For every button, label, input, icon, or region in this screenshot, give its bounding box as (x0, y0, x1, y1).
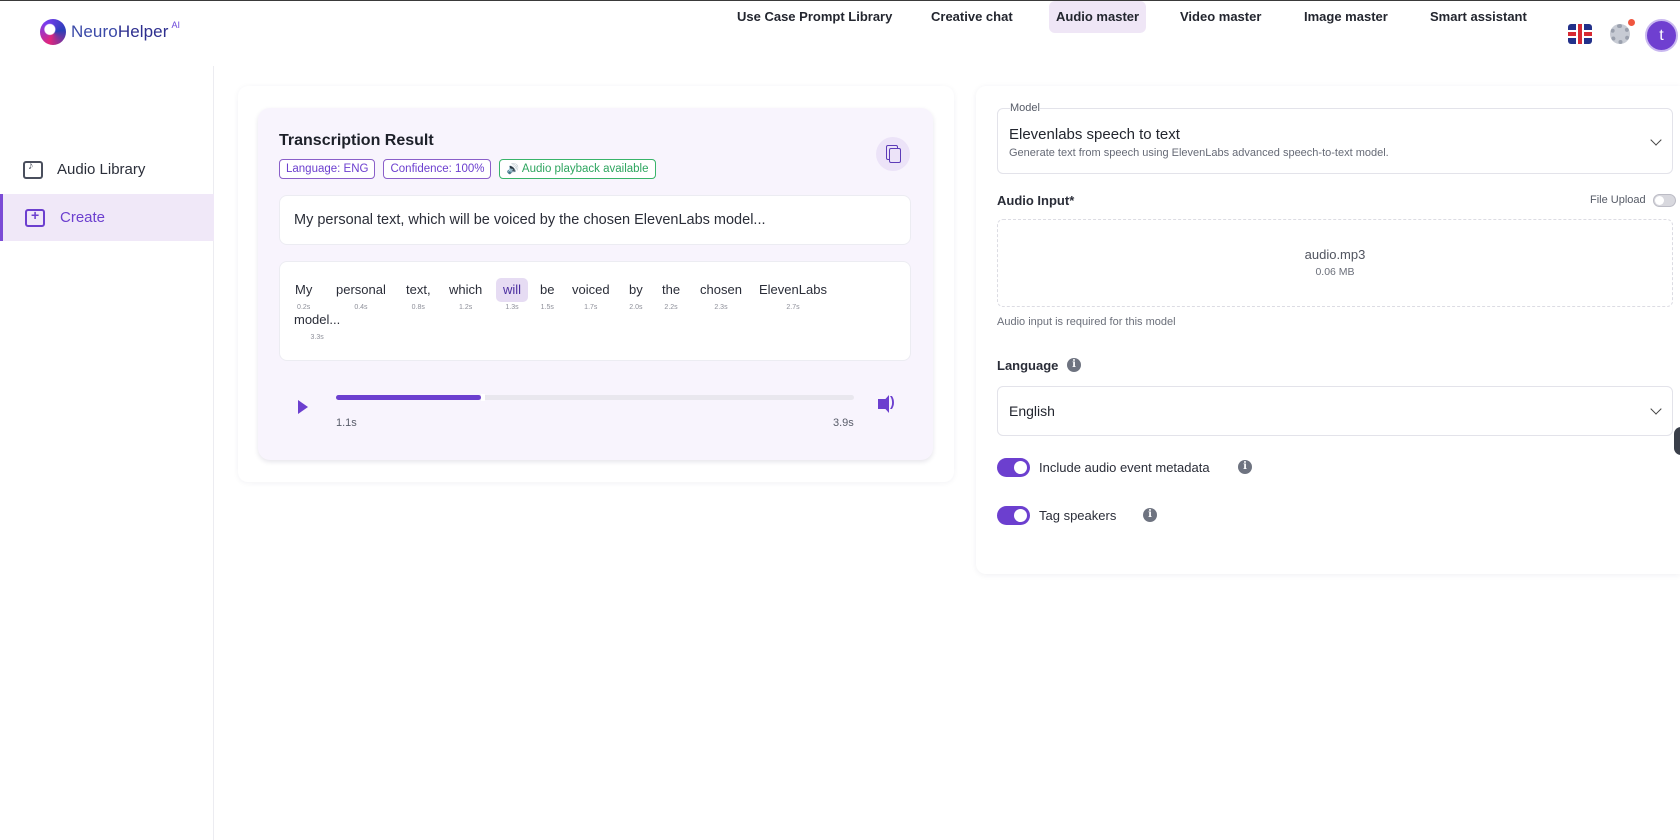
word-token[interactable]: model... 3.3s (294, 308, 340, 341)
audio-library-icon (23, 160, 43, 179)
brand-name: NeuroHelper (71, 22, 169, 41)
volume-icon[interactable] (878, 393, 895, 413)
model-description: Generate text from speech using ElevenLa… (1009, 147, 1389, 159)
sidebar-item-audio-library[interactable]: Audio Library (0, 146, 214, 193)
sidebar-item-create[interactable]: Create (0, 194, 214, 241)
audio-input-helper: Audio input is required for this model (997, 316, 1176, 328)
nav-video-master[interactable]: Video master (1173, 1, 1268, 33)
nav-creative-chat[interactable]: Creative chat (924, 1, 1020, 33)
word-token[interactable]: voiced 1.7s (565, 278, 617, 311)
playback-badge: 🔊 Audio playback available (499, 159, 656, 179)
tag-speakers-label: Tag speakers (1039, 508, 1117, 523)
language-value: English (1009, 403, 1055, 419)
audio-progress-fill (336, 395, 482, 400)
model-legend: Model (1010, 102, 1040, 114)
brand-ai-suffix: AI (171, 20, 181, 30)
language-select[interactable] (997, 386, 1673, 436)
speaker-icon: 🔊 (506, 164, 519, 175)
playback-badge-label: Audio playback available (521, 163, 649, 175)
word-token[interactable]: chosen 2.3s (693, 278, 749, 311)
uk-flag-icon[interactable] (1568, 24, 1592, 44)
language-badge: Language: ENG (279, 159, 376, 179)
word-token[interactable]: text, 0.8s (399, 278, 438, 311)
avatar[interactable]: t (1645, 19, 1678, 52)
word-token[interactable]: the 2.2s (655, 278, 687, 311)
nav-use-case-prompt-library[interactable]: Use Case Prompt Library (730, 1, 899, 33)
model-name: Elevenlabs speech to text (1009, 126, 1180, 143)
audio-event-metadata-toggle[interactable] (997, 458, 1030, 477)
nav-smart-assistant[interactable]: Smart assistant (1423, 1, 1534, 33)
transcription-badges: Language: ENG Confidence: 100% 🔊 Audio pl… (279, 159, 656, 179)
info-icon[interactable]: i (1143, 508, 1157, 522)
transcription-text: My personal text, which will be voiced b… (279, 195, 911, 245)
play-icon[interactable] (298, 400, 308, 414)
tag-speakers-toggle[interactable] (997, 506, 1030, 525)
info-icon[interactable]: i (1067, 358, 1081, 372)
word-token[interactable]: be 1.5s (533, 278, 561, 311)
create-icon (25, 207, 45, 227)
language-label: Language (997, 358, 1059, 373)
audio-progress-handle[interactable] (481, 394, 486, 401)
word-token-active[interactable]: will 1.3s (496, 278, 529, 311)
word-timeline: My 0.2s personal 0.4s text, 0.8s which 1.2s … (279, 261, 911, 361)
audio-progress-track[interactable] (336, 394, 854, 401)
audio-drop-zone[interactable] (997, 219, 1673, 307)
word-token[interactable]: personal 0.4s (329, 278, 393, 311)
brand-logo[interactable]: NeuroHelper AI (40, 19, 180, 45)
top-bar: NeuroHelper AI Use Case Prompt Library C… (0, 0, 1680, 66)
word-token[interactable]: by 2.0s (622, 278, 650, 311)
nav-audio-master[interactable]: Audio master (1049, 1, 1147, 33)
sidebar: Audio Library Create (0, 66, 214, 840)
transcription-title: Transcription Result (279, 132, 434, 149)
copy-button[interactable] (876, 137, 910, 171)
nav-image-master[interactable]: Image master (1297, 1, 1395, 33)
info-icon[interactable]: i (1238, 460, 1252, 474)
sidebar-item-label: Audio Library (57, 161, 146, 178)
audio-file-name: audio.mp3 (1304, 247, 1366, 262)
audio-input-label: Audio Input* (997, 193, 1075, 208)
audio-event-metadata-label: Include audio event metadata (1039, 460, 1210, 475)
word-token[interactable]: My 0.2s (288, 278, 319, 311)
file-upload-toggle[interactable] (1653, 194, 1676, 207)
current-time: 1.1s (336, 417, 357, 429)
scroll-handle[interactable] (1674, 427, 1680, 455)
audio-file-size: 0.06 MB (1315, 266, 1355, 278)
notification-dot (1628, 19, 1635, 26)
file-upload-label: File Upload (1590, 194, 1646, 206)
gear-icon[interactable] (1610, 24, 1630, 44)
brand-logo-icon (40, 19, 66, 45)
word-token[interactable]: ElevenLabs 2.7s (752, 278, 834, 311)
word-token[interactable]: which 1.2s (442, 278, 489, 311)
total-time: 3.9s (833, 417, 854, 429)
confidence-badge: Confidence: 100% (383, 159, 492, 179)
sidebar-item-label: Create (60, 209, 106, 226)
